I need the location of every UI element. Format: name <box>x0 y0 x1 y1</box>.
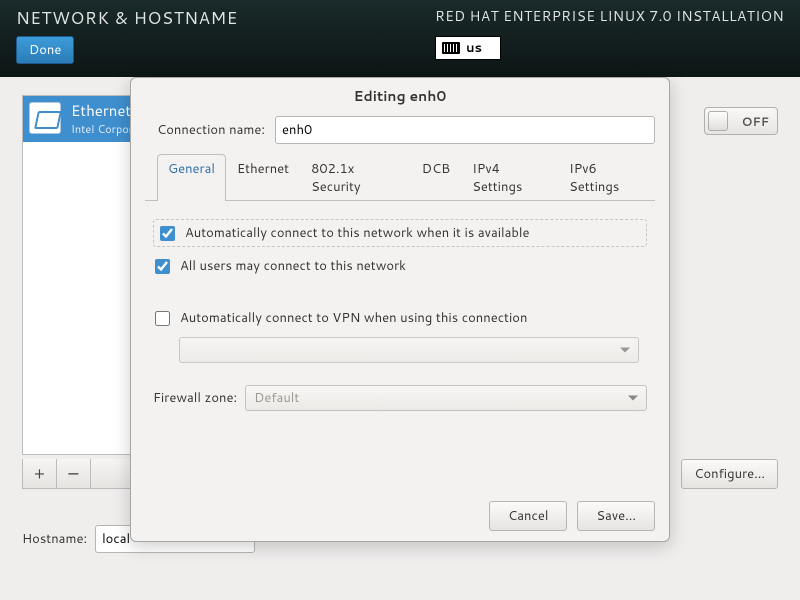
tab-dcb[interactable]: DCB <box>411 154 461 201</box>
hostname-label: Hostname: <box>22 530 87 548</box>
add-interface-button[interactable]: + <box>23 459 57 488</box>
configure-button[interactable]: Configure... <box>681 459 778 489</box>
tab-ethernet[interactable]: Ethernet <box>226 154 300 201</box>
dialog-title: Editing enh0 <box>131 78 669 110</box>
vpn-select[interactable] <box>179 337 639 363</box>
interface-enable-toggle[interactable]: OFF <box>704 107 778 135</box>
firewall-zone-row: Firewall zone: Default <box>153 385 647 411</box>
firewall-zone-select[interactable]: Default <box>245 385 647 411</box>
remove-interface-button[interactable]: − <box>57 459 91 488</box>
dialog-footer: Cancel Save... <box>131 491 669 541</box>
connection-name-row: Connection name: <box>145 116 655 144</box>
save-button[interactable]: Save... <box>577 501 655 531</box>
installer-subtitle: RED HAT ENTERPRISE LINUX 7.0 INSTALLATIO… <box>435 6 784 26</box>
auto-connect-checkbox[interactable] <box>160 226 175 241</box>
tab-8021x-security[interactable]: 802.1x Security <box>300 154 411 201</box>
edit-connection-dialog: Editing enh0 Connection name: General Et… <box>130 77 670 542</box>
installer-topbar: NETWORK & HOSTNAME Done RED HAT ENTERPRI… <box>0 0 800 77</box>
connection-name-label: Connection name: <box>145 121 265 139</box>
toggle-label: OFF <box>742 113 769 130</box>
dialog-body: Connection name: General Ethernet 802.1x… <box>131 110 669 491</box>
keyboard-layout-indicator[interactable]: us <box>435 36 501 60</box>
firewall-zone-label: Firewall zone: <box>153 389 237 407</box>
toggle-handle <box>708 111 728 131</box>
dialog-tabbar: General Ethernet 802.1x Security DCB IPv… <box>145 154 655 201</box>
tab-ipv4-settings[interactable]: IPv4 Settings <box>461 154 558 201</box>
auto-connect-label: Automatically connect to this network wh… <box>185 224 530 242</box>
all-users-label: All users may connect to this network <box>180 257 406 275</box>
auto-vpn-checkbox[interactable] <box>155 311 170 326</box>
ethernet-icon <box>29 102 61 134</box>
firewall-zone-value: Default <box>254 389 299 407</box>
keyboard-icon <box>442 42 460 54</box>
topbar-right: RED HAT ENTERPRISE LINUX 7.0 INSTALLATIO… <box>435 6 784 60</box>
all-users-checkbox[interactable] <box>155 259 170 274</box>
keyboard-layout-label: us <box>466 39 482 57</box>
auto-connect-row: Automatically connect to this network wh… <box>153 219 647 247</box>
auto-vpn-row: Automatically connect to VPN when using … <box>153 305 647 331</box>
all-users-row: All users may connect to this network <box>153 253 647 279</box>
cancel-button[interactable]: Cancel <box>489 501 567 531</box>
tab-general[interactable]: General <box>157 154 226 201</box>
auto-vpn-label: Automatically connect to VPN when using … <box>180 309 527 327</box>
tab-ipv6-settings[interactable]: IPv6 Settings <box>558 154 655 201</box>
tab-content-general: Automatically connect to this network wh… <box>145 201 655 419</box>
network-hostname-page: Ethernet Intel Corporati… + − OFF Config… <box>0 77 800 600</box>
done-button[interactable]: Done <box>16 36 74 64</box>
connection-name-input[interactable] <box>275 116 655 144</box>
